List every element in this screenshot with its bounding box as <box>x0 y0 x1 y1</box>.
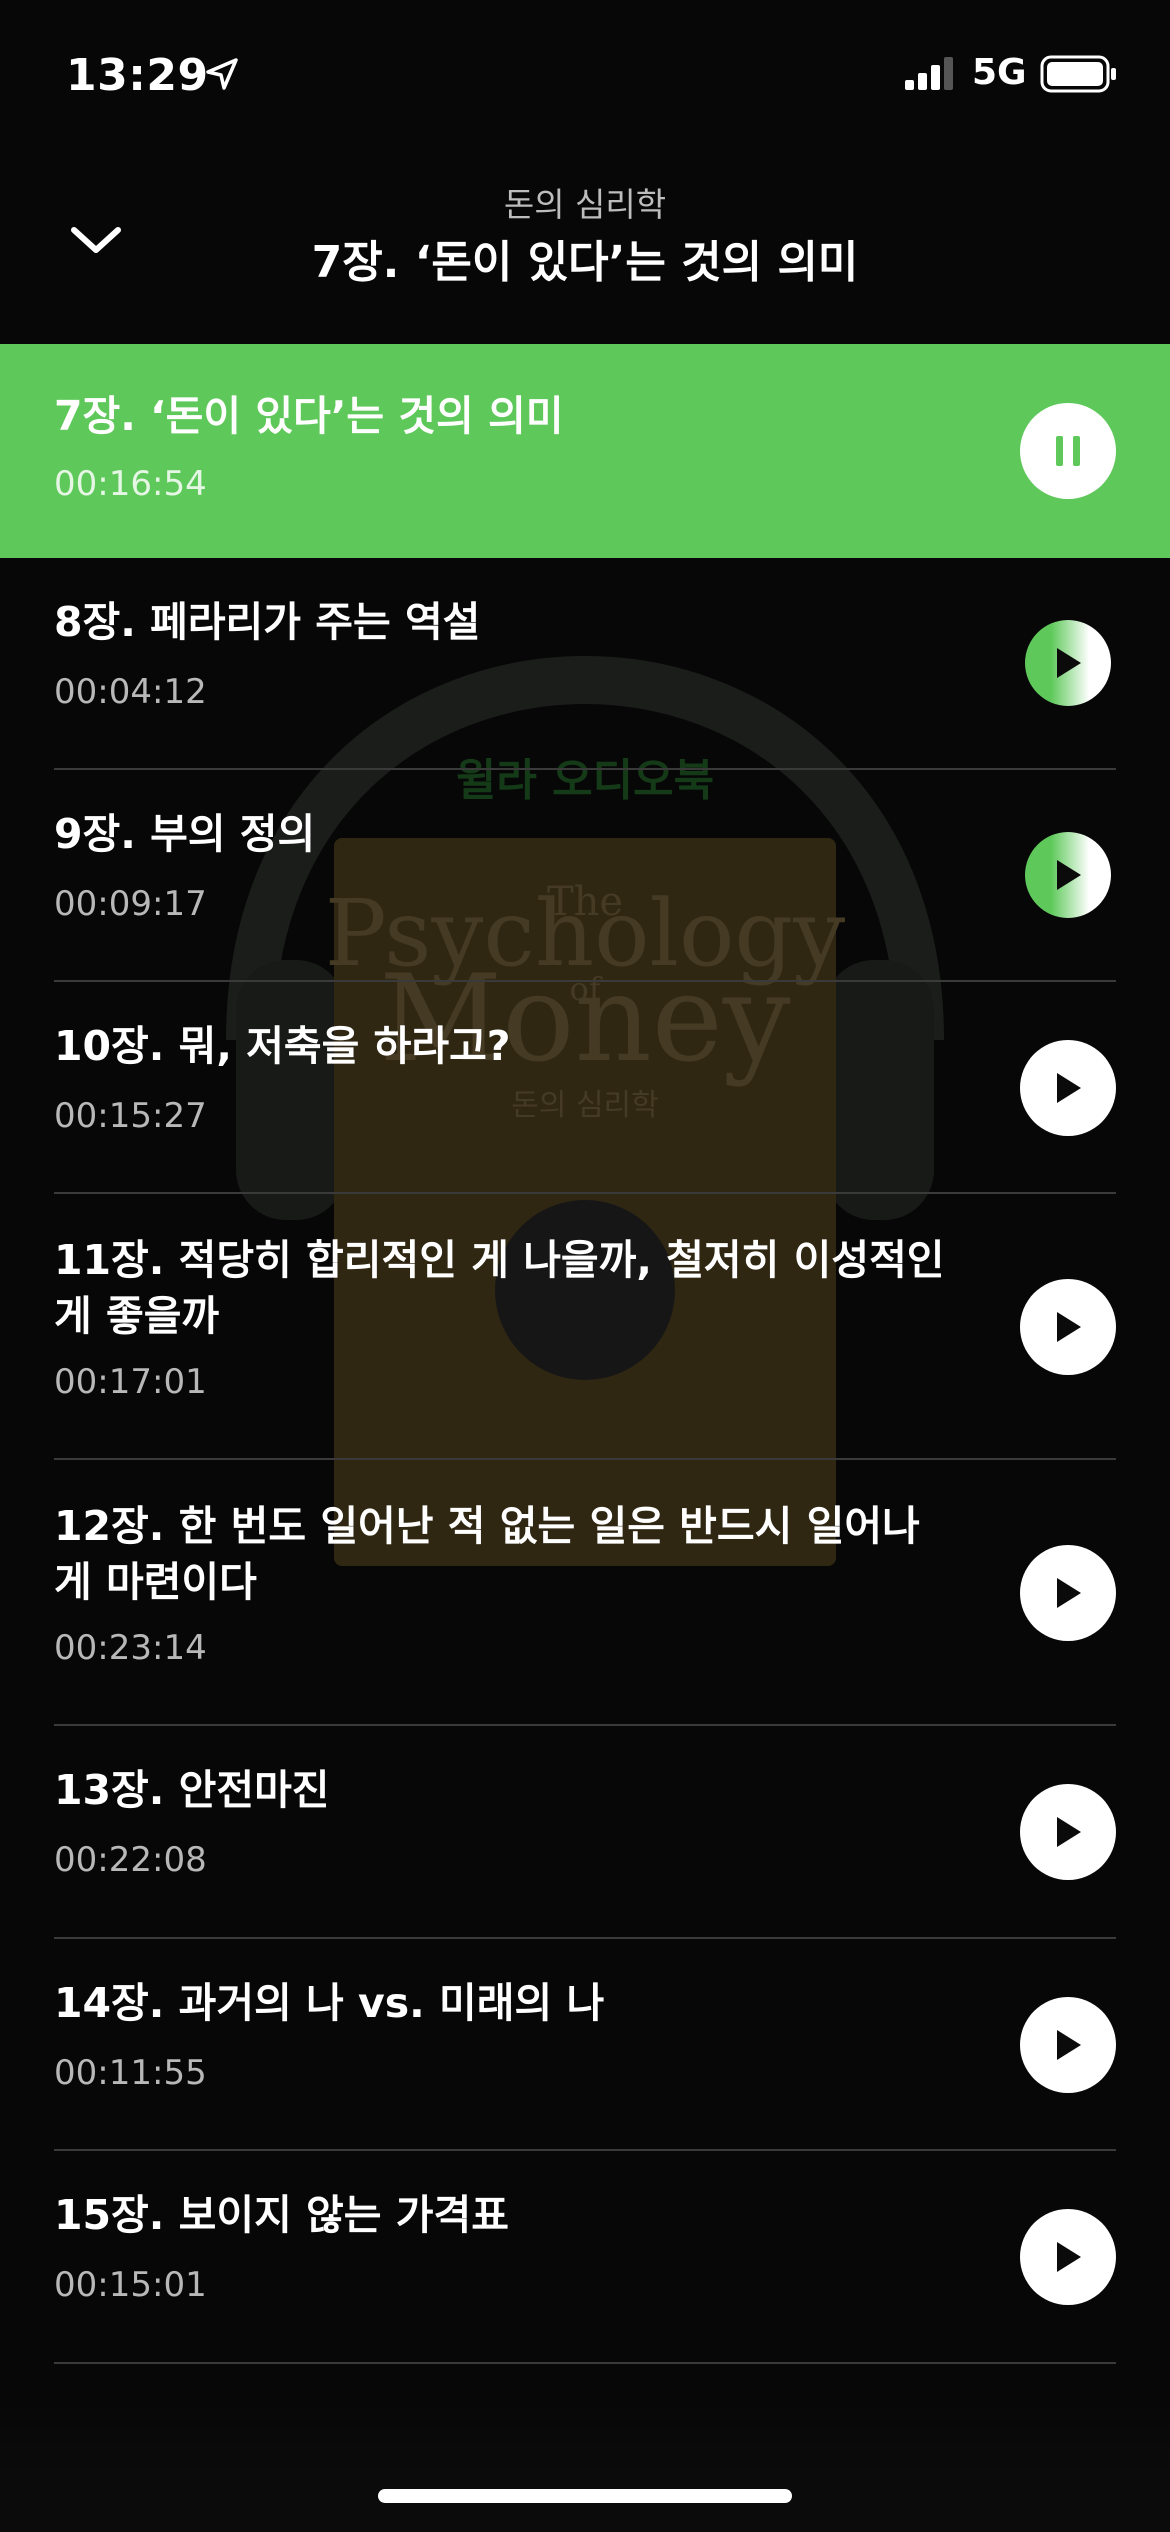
home-indicator[interactable] <box>378 2489 792 2503</box>
chapter-duration: 00:15:27 <box>54 1096 207 1136</box>
battery-icon <box>1040 55 1116 93</box>
play-button[interactable] <box>1025 832 1111 918</box>
play-button[interactable] <box>1020 2209 1116 2305</box>
play-icon <box>1057 2030 1081 2060</box>
chapter-title: 9장. 부의 정의 <box>54 810 316 858</box>
play-button[interactable] <box>1025 620 1111 706</box>
chapter-row-7[interactable]: 7장. ‘돈이 있다’는 것의 의미 00:16:54 <box>0 344 1170 558</box>
chapter-row-10[interactable]: 10장. 뭐, 저축을 하라고? 00:15:27 <box>0 982 1170 1194</box>
play-icon <box>1057 648 1081 678</box>
chapter-duration: 00:15:01 <box>54 2265 207 2305</box>
chapter-row-8[interactable]: 8장. 페라리가 주는 역설 00:04:12 <box>0 558 1170 770</box>
play-icon <box>1057 1578 1081 1608</box>
play-icon <box>1057 1312 1081 1342</box>
chapter-title: 12장. 한 번도 일어난 적 없는 일은 반드시 일어나게 마련이다 <box>54 1502 920 1606</box>
chapter-title: 7장. ‘돈이 있다’는 것의 의미 <box>54 392 564 440</box>
play-button[interactable] <box>1020 1545 1116 1641</box>
play-button[interactable] <box>1020 1040 1116 1136</box>
chapter-title: 14장. 과거의 나 vs. 미래의 나 <box>54 1979 605 2027</box>
play-button[interactable] <box>1020 1997 1116 2093</box>
network-type: 5G <box>972 52 1027 93</box>
chapter-duration: 00:09:17 <box>54 884 207 924</box>
chapter-row-14[interactable]: 14장. 과거의 나 vs. 미래의 나 00:11:55 <box>0 1939 1170 2151</box>
chapter-list: 7장. ‘돈이 있다’는 것의 의미 00:16:54 8장. 페라리가 주는 … <box>0 344 1170 2364</box>
chapter-duration: 00:16:54 <box>54 464 207 504</box>
chapter-row-15[interactable]: 15장. 보이지 않는 가격표 00:15:01 <box>0 2151 1170 2364</box>
list-fade-overlay <box>0 2400 1170 2532</box>
player-header: 돈의 심리학 7장. ‘돈이 있다’는 것의 의미 <box>0 150 1170 344</box>
chapter-duration: 00:17:01 <box>54 1362 207 1402</box>
chapter-row-9[interactable]: 9장. 부의 정의 00:09:17 <box>0 770 1170 982</box>
play-button[interactable] <box>1020 1784 1116 1880</box>
chapter-title: 13장. 안전마진 <box>54 1766 330 1814</box>
chapter-title: 11장. 적당히 합리적인 게 나을까, 철저히 이성적인 게 좋을까 <box>54 1236 945 1340</box>
pause-icon <box>1056 436 1080 466</box>
chapter-title: 15장. 보이지 않는 가격표 <box>54 2191 509 2239</box>
play-icon <box>1057 1073 1081 1103</box>
status-time: 13:29 <box>66 50 209 101</box>
row-divider <box>54 2362 1116 2364</box>
pause-button[interactable] <box>1020 403 1116 499</box>
play-icon <box>1057 2242 1081 2272</box>
book-title: 돈의 심리학 <box>503 185 667 224</box>
chapter-row-11[interactable]: 11장. 적당히 합리적인 게 나을까, 철저히 이성적인 게 좋을까 00:1… <box>0 1194 1170 1460</box>
chapter-row-12[interactable]: 12장. 한 번도 일어난 적 없는 일은 반드시 일어나게 마련이다 00:2… <box>0 1460 1170 1726</box>
status-bar: 13:29 5G <box>0 0 1170 150</box>
cellular-signal-icon <box>905 57 953 90</box>
current-chapter-title: 7장. ‘돈이 있다’는 것의 의미 <box>311 237 859 288</box>
chapter-duration: 00:04:12 <box>54 672 207 712</box>
play-button[interactable] <box>1020 1279 1116 1375</box>
play-icon <box>1057 1817 1081 1847</box>
chapter-duration: 00:23:14 <box>54 1628 207 1668</box>
play-icon <box>1057 860 1081 890</box>
chapter-duration: 00:22:08 <box>54 1840 207 1880</box>
chapter-title: 10장. 뭐, 저축을 하라고? <box>54 1022 511 1070</box>
location-arrow-icon <box>206 58 238 90</box>
chapter-row-13[interactable]: 13장. 안전마진 00:22:08 <box>0 1726 1170 1939</box>
chapter-duration: 00:11:55 <box>54 2053 207 2093</box>
chapter-title: 8장. 페라리가 주는 역설 <box>54 598 481 646</box>
